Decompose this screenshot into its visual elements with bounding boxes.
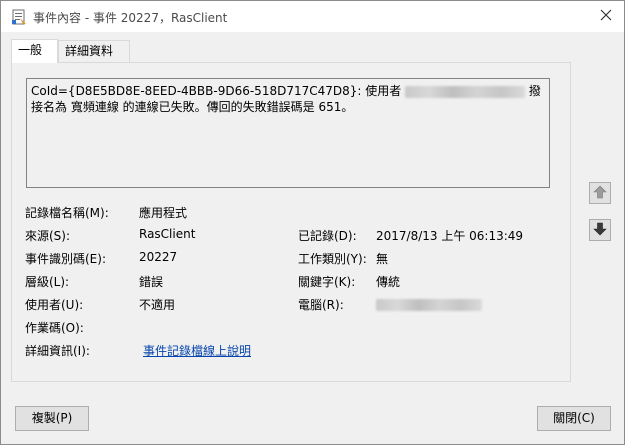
previous-event-button[interactable] <box>589 182 611 204</box>
logged-label: 已記錄(D): <box>298 229 357 243</box>
source-value: RasClient <box>139 227 196 241</box>
close-window-button[interactable] <box>592 3 620 29</box>
level-value: 錯誤 <box>139 275 164 289</box>
opcode-label: 作業碼(O): <box>25 321 84 335</box>
source-label: 來源(S): <box>25 229 71 243</box>
log-name-value: 應用程式 <box>139 206 188 220</box>
level-label: 層級(L): <box>25 275 70 289</box>
description-text-1: CoId={D8E5BD8E-8EED-4BBB-9D66-518D717C47… <box>31 84 402 98</box>
computer-label: 電腦(R): <box>298 298 344 312</box>
redacted-computer-name <box>376 297 482 311</box>
window-title: 事件內容 - 事件 20227，RasClient <box>33 11 228 25</box>
event-properties-window: 事件內容 - 事件 20227，RasClient 一般 詳細資料 CoId={… <box>0 0 625 445</box>
event-id-value: 20227 <box>139 250 178 264</box>
task-category-label: 工作類別(Y): <box>298 252 367 266</box>
event-log-online-help-link[interactable]: 事件記錄檔線上說明 <box>143 342 251 359</box>
arrow-down-icon <box>593 222 607 239</box>
event-description-box[interactable]: CoId={D8E5BD8E-8EED-4BBB-9D66-518D717C47… <box>26 78 550 188</box>
copy-button[interactable]: 複製(P) <box>15 406 89 431</box>
event-viewer-icon <box>11 9 27 25</box>
tab-details[interactable]: 詳細資料 <box>58 40 130 62</box>
arrow-up-icon <box>593 185 607 202</box>
event-id-label: 事件識別碼(E): <box>25 252 106 266</box>
redacted-username <box>405 85 526 98</box>
keywords-value: 傳統 <box>376 275 401 289</box>
log-name-label: 記錄檔名稱(M): <box>25 206 109 220</box>
general-panel: CoId={D8E5BD8E-8EED-4BBB-9D66-518D717C47… <box>11 62 571 382</box>
next-event-button[interactable] <box>589 219 611 241</box>
user-value: 不適用 <box>139 298 176 312</box>
tab-general[interactable]: 一般 <box>11 39 58 63</box>
close-button[interactable]: 關閉(C) <box>537 406 611 431</box>
close-icon <box>600 9 612 24</box>
keywords-label: 關鍵字(K): <box>298 275 356 289</box>
user-label: 使用者(U): <box>25 298 84 312</box>
logged-value: 2017/8/13 上午 06:13:49 <box>376 229 524 243</box>
task-category-value: 無 <box>376 252 389 266</box>
more-info-label: 詳細資訊(I): <box>25 344 90 358</box>
title-bar: 事件內容 - 事件 20227，RasClient <box>1 1 624 32</box>
